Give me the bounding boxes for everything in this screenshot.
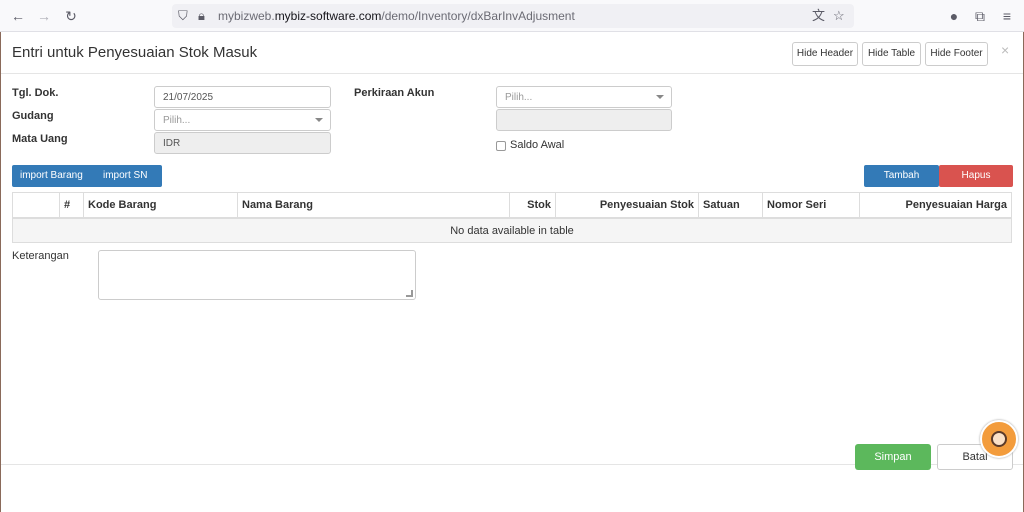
url-text: mybizweb.mybiz-software.com/demo/Invento…	[218, 9, 575, 23]
import-barang-button[interactable]: import Barang	[20, 165, 83, 187]
items-table: # Kode Barang Nama Barang Stok Penyesuai…	[12, 192, 1012, 243]
chevron-down-icon	[315, 118, 323, 122]
import-sn-button[interactable]: import SN	[103, 165, 147, 187]
close-icon[interactable]: ×	[1001, 42, 1009, 58]
shield-icon[interactable]: ⛉	[178, 7, 188, 25]
tgl-dok-label: Tgl. Dok.	[12, 87, 59, 99]
hide-header-button[interactable]: Hide Header	[792, 42, 858, 66]
hide-footer-button[interactable]: Hide Footer	[925, 42, 988, 66]
modal-title: Entri untuk Penyesuaian Stok Masuk	[12, 44, 258, 61]
column-header-penyesuaian-stok[interactable]: Penyesuaian Stok	[555, 193, 698, 217]
modal-header: Entri untuk Penyesuaian Stok Masuk Hide …	[1, 32, 1023, 74]
perkiraan-akun-desc	[496, 109, 672, 131]
tgl-dok-input[interactable]: 21/07/2025	[154, 86, 331, 108]
table-header: # Kode Barang Nama Barang Stok Penyesuai…	[12, 193, 1012, 219]
translate-icon[interactable]: 文	[812, 7, 825, 25]
column-header-select[interactable]	[13, 193, 59, 217]
perkiraan-akun-select[interactable]: Pilih...	[496, 86, 672, 108]
column-header-satuan[interactable]: Satuan	[698, 193, 762, 217]
bookmark-star-icon[interactable]: ☆	[833, 7, 845, 25]
hide-table-button[interactable]: Hide Table	[862, 42, 921, 66]
resize-handle-icon[interactable]	[406, 290, 413, 297]
reload-icon[interactable]: ↻	[61, 6, 81, 26]
modal-footer	[1, 464, 1023, 512]
table-empty-row: No data available in table	[12, 219, 1012, 243]
modal-dialog: Entri untuk Penyesuaian Stok Masuk Hide …	[0, 32, 1024, 512]
column-header-nomor-seri[interactable]: Nomor Seri	[762, 193, 859, 217]
tambah-button[interactable]: Tambah	[864, 165, 939, 187]
avatar-face	[991, 431, 1007, 447]
forward-arrow-icon[interactable]: →	[34, 6, 54, 26]
keterangan-label: Keterangan	[12, 250, 69, 262]
menu-icon[interactable]: ≡	[997, 6, 1017, 26]
chevron-down-icon	[656, 95, 664, 99]
perkiraan-placeholder: Pilih...	[505, 92, 533, 103]
perkiraan-akun-label: Perkiraan Akun	[354, 87, 435, 99]
gudang-select[interactable]: Pilih...	[154, 109, 331, 131]
account-icon[interactable]: ●	[944, 6, 964, 26]
column-header-kode-barang[interactable]: Kode Barang	[83, 193, 237, 217]
column-header-nama-barang[interactable]: Nama Barang	[237, 193, 509, 217]
browser-toolbar: ← → ↻ ⛉ 🔒︎ mybizweb.mybiz-software.com/d…	[0, 0, 1024, 32]
back-arrow-icon[interactable]: ←	[8, 6, 28, 26]
saldo-awal-checkbox[interactable]	[496, 141, 506, 151]
hapus-button[interactable]: Hapus	[939, 165, 1013, 187]
column-header-number[interactable]: #	[59, 193, 83, 217]
saldo-awal-label: Saldo Awal	[510, 139, 565, 151]
keterangan-textarea[interactable]	[98, 250, 416, 300]
gudang-label: Gudang	[12, 110, 54, 122]
import-button-group: import Barang import SN	[12, 165, 162, 187]
mata-uang-input: IDR	[154, 132, 331, 154]
assistant-avatar-icon[interactable]	[980, 420, 1018, 458]
extensions-icon[interactable]: ⧉	[970, 6, 990, 26]
lock-icon[interactable]: 🔒︎	[198, 7, 205, 25]
mata-uang-label: Mata Uang	[12, 133, 68, 145]
address-bar[interactable]: ⛉ 🔒︎ mybizweb.mybiz-software.com/demo/In…	[172, 4, 854, 28]
column-header-stok[interactable]: Stok	[509, 193, 555, 217]
gudang-placeholder: Pilih...	[163, 115, 191, 126]
simpan-button[interactable]: Simpan	[855, 444, 931, 470]
column-header-penyesuaian-harga[interactable]: Penyesuaian Harga	[859, 193, 1011, 217]
